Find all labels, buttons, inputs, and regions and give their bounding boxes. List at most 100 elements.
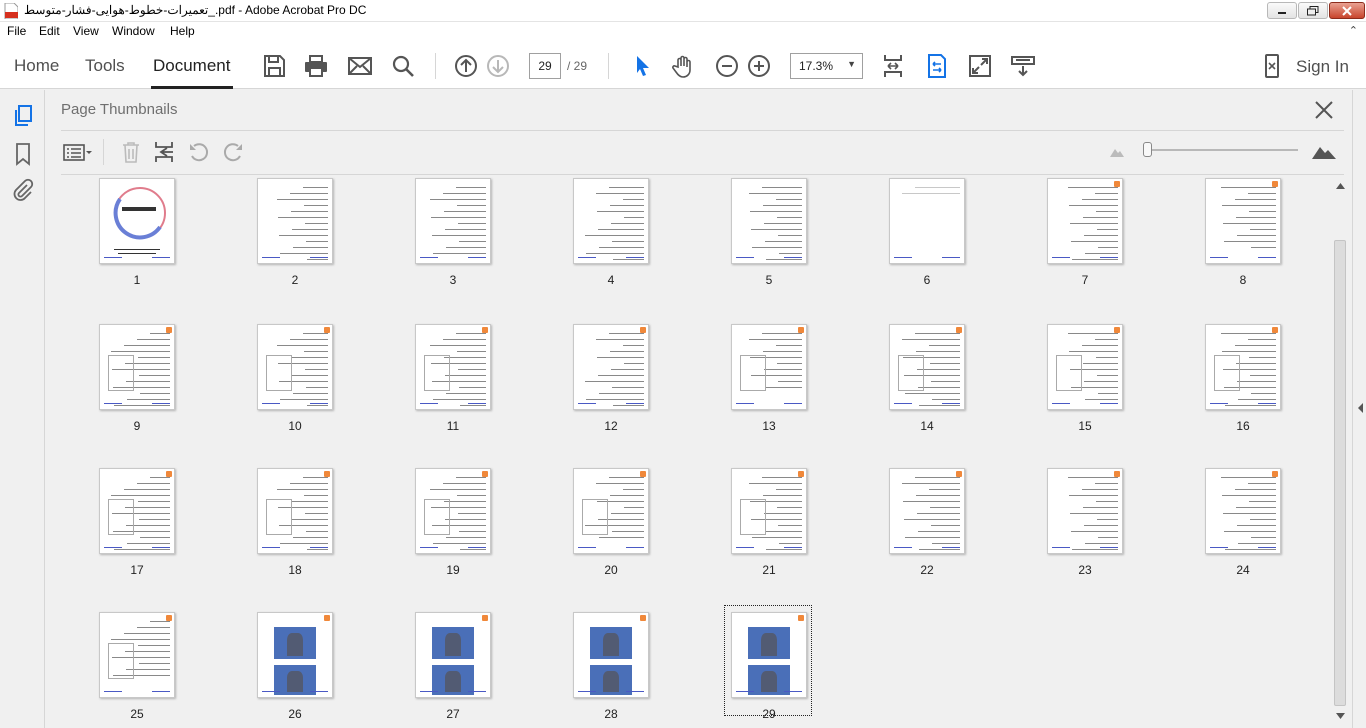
page-thumbnails-icon[interactable]	[11, 104, 35, 128]
select-arrow-icon[interactable]	[630, 53, 656, 79]
options-menu-icon[interactable]	[62, 140, 94, 164]
print-icon[interactable]	[303, 53, 329, 79]
page-thumbnail[interactable]: 1	[62, 178, 212, 318]
text-line	[765, 387, 802, 388]
page-footer-line	[1100, 257, 1118, 258]
page-thumbnail[interactable]: 29	[694, 605, 844, 728]
page-thumbnail[interactable]: 17	[62, 468, 212, 608]
delete-page-icon[interactable]	[119, 140, 143, 164]
email-icon[interactable]	[347, 53, 373, 79]
close-window-button[interactable]	[1329, 2, 1365, 19]
text-line	[932, 399, 960, 400]
page-thumbnail[interactable]: 25	[62, 612, 212, 728]
menu-file[interactable]: File	[7, 24, 26, 38]
thumbnail-size-slider[interactable]	[1145, 149, 1298, 151]
restore-button[interactable]	[1298, 2, 1328, 19]
tab-home[interactable]: Home	[14, 56, 59, 76]
scrolling-mode-icon[interactable]	[924, 53, 950, 79]
text-line	[599, 247, 644, 248]
page-thumbnail[interactable]: 12	[536, 324, 686, 464]
tab-tools[interactable]: Tools	[85, 56, 125, 76]
page-thumbnail[interactable]: 5	[694, 178, 844, 318]
page-thumbnail[interactable]: 14	[852, 324, 1002, 464]
page-thumbnail[interactable]: 6	[852, 178, 1002, 318]
text-line	[138, 501, 170, 502]
mobile-icon[interactable]	[1259, 53, 1285, 79]
menu-expand-icon[interactable]: ⌃	[1349, 24, 1358, 37]
zoom-select[interactable]: 17.3% ▼	[790, 53, 863, 79]
reduce-thumbnail-size-icon[interactable]	[1109, 144, 1125, 158]
sign-in-link[interactable]: Sign In	[1296, 57, 1349, 77]
text-line	[762, 333, 802, 334]
thumbnail-size-slider-thumb[interactable]	[1143, 142, 1152, 157]
page-thumbnail[interactable]: 23	[1010, 468, 1160, 608]
text-line	[139, 519, 170, 520]
text-line	[1236, 217, 1276, 218]
page-thumbnail[interactable]: 8	[1168, 178, 1318, 318]
text-line	[1095, 483, 1118, 484]
page-thumbnail[interactable]: 24	[1168, 468, 1318, 608]
fit-page-icon[interactable]	[880, 53, 906, 79]
next-page-icon[interactable]	[485, 53, 511, 79]
close-panel-icon[interactable]	[1313, 99, 1335, 121]
menu-window[interactable]: Window	[112, 24, 155, 38]
page-thumbnail[interactable]: 7	[1010, 178, 1160, 318]
search-icon[interactable]	[390, 53, 416, 79]
menu-edit[interactable]: Edit	[39, 24, 60, 38]
minimize-button[interactable]	[1267, 2, 1297, 19]
text-line	[1235, 199, 1276, 200]
page-thumbnail[interactable]: 26	[220, 612, 370, 728]
bookmarks-icon[interactable]	[11, 142, 35, 166]
chevron-left-icon[interactable]	[1357, 402, 1364, 414]
read-mode-icon[interactable]	[1010, 53, 1036, 79]
tab-document[interactable]: Document	[153, 56, 230, 76]
page-thumbnail[interactable]: 11	[378, 324, 528, 464]
rotate-left-icon[interactable]	[187, 140, 211, 164]
page-footer-line	[736, 691, 754, 692]
enlarge-thumbnail-size-icon[interactable]	[1311, 142, 1337, 160]
page-thumbnail[interactable]: 27	[378, 612, 528, 728]
text-line	[290, 193, 328, 194]
page-thumbnail[interactable]: 10	[220, 324, 370, 464]
zoom-in-icon[interactable]	[746, 53, 772, 79]
page-thumbnail[interactable]: 4	[536, 178, 686, 318]
page-thumbnail[interactable]: 28	[536, 612, 686, 728]
full-screen-icon[interactable]	[967, 53, 993, 79]
page-preview	[731, 178, 807, 264]
text-line	[598, 229, 644, 230]
page-thumbnail[interactable]: 3	[378, 178, 528, 318]
right-pane-toggle[interactable]	[1352, 90, 1366, 728]
page-thumbnail[interactable]: 13	[694, 324, 844, 464]
page-number-input[interactable]: 29	[529, 53, 561, 79]
page-thumbnail[interactable]: 19	[378, 468, 528, 608]
page-footer-line	[1100, 547, 1118, 548]
scroll-down-icon[interactable]	[1336, 712, 1345, 720]
text-line	[1069, 495, 1118, 496]
prev-page-icon[interactable]	[453, 53, 479, 79]
thumbnails-scrollbar[interactable]	[1332, 180, 1348, 728]
page-preview	[731, 612, 807, 698]
insert-page-icon[interactable]	[153, 140, 177, 164]
page-thumbnail[interactable]: 20	[536, 468, 686, 608]
hand-icon[interactable]	[671, 53, 697, 79]
save-icon[interactable]	[261, 53, 287, 79]
page-thumbnail[interactable]: 2	[220, 178, 370, 318]
page-thumbnail[interactable]: 16	[1168, 324, 1318, 464]
scroll-up-icon[interactable]	[1336, 182, 1345, 190]
page-thumbnail[interactable]: 9	[62, 324, 212, 464]
menu-help[interactable]: Help	[170, 24, 195, 38]
scrollbar-thumb[interactable]	[1334, 240, 1346, 706]
text-line	[139, 663, 170, 664]
page-preview	[415, 178, 491, 264]
page-preview	[1205, 324, 1281, 410]
zoom-out-icon[interactable]	[714, 53, 740, 79]
menu-view[interactable]: View	[73, 24, 99, 38]
cover-art	[113, 187, 166, 254]
page-thumbnail[interactable]: 15	[1010, 324, 1160, 464]
page-thumbnail[interactable]: 18	[220, 468, 370, 608]
rotate-right-icon[interactable]	[221, 140, 245, 164]
page-thumbnail[interactable]: 22	[852, 468, 1002, 608]
attachments-icon[interactable]	[11, 178, 35, 202]
page-footer-line	[1210, 403, 1228, 404]
page-thumbnail[interactable]: 21	[694, 468, 844, 608]
